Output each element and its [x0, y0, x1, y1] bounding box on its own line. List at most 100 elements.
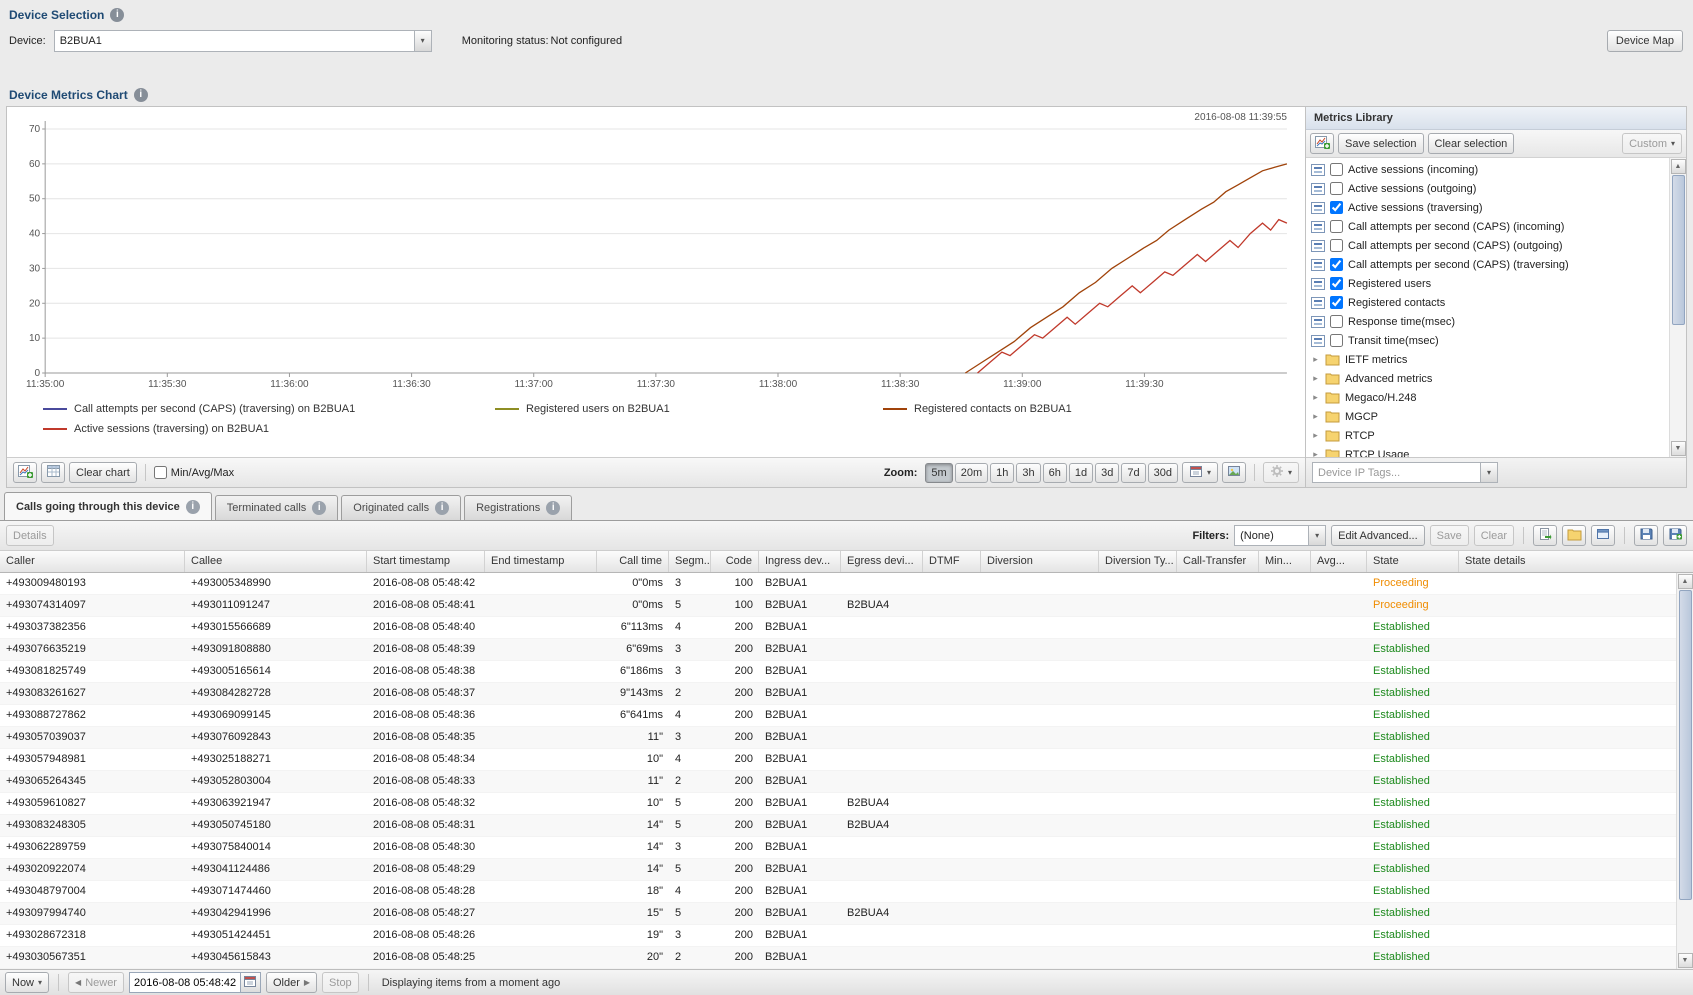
export-grid-button[interactable]: [1663, 525, 1687, 546]
filters-combo-trigger[interactable]: ▾: [1308, 526, 1326, 545]
metrics-scrollbar[interactable]: ▲ ▼: [1669, 158, 1686, 457]
device-ip-tags-trigger[interactable]: ▾: [1480, 463, 1497, 482]
metric-item[interactable]: Call attempts per second (CAPS) (travers…: [1306, 255, 1669, 274]
now-button[interactable]: Now ▾: [5, 972, 50, 993]
custom-metrics-button[interactable]: Custom ▾: [1622, 133, 1682, 154]
column-header-segments[interactable]: Segm...: [669, 551, 711, 572]
scrollbar-thumb[interactable]: [1671, 175, 1685, 325]
tab-registrations[interactable]: Registrations i: [464, 495, 573, 520]
call-row[interactable]: +493059610827 +493063921947 2016-08-08 05:…: [0, 793, 1693, 815]
call-row[interactable]: +493020922074 +493041124486 2016-08-08 05:…: [0, 859, 1693, 881]
stop-button[interactable]: Stop: [322, 972, 359, 993]
metric-folder[interactable]: ▸ Megaco/H.248: [1306, 388, 1669, 407]
metric-item[interactable]: Registered contacts: [1306, 293, 1669, 312]
column-header-code[interactable]: Code: [711, 551, 759, 572]
expand-icon[interactable]: ▸: [1311, 430, 1320, 441]
metric-item[interactable]: Active sessions (incoming): [1306, 160, 1669, 179]
grid-scrollbar[interactable]: ▲ ▼: [1676, 573, 1693, 969]
call-row[interactable]: +493083248305 +493050745180 2016-08-08 05:…: [0, 815, 1693, 837]
call-row[interactable]: +493048797004 +493071474460 2016-08-08 05:…: [0, 881, 1693, 903]
call-row[interactable]: +493065264345 +493052803004 2016-08-08 05:…: [0, 771, 1693, 793]
save-filter-button[interactable]: Save: [1429, 525, 1469, 546]
zoom-20m-button[interactable]: 20m: [954, 462, 989, 483]
call-row[interactable]: +493083261627 +493084282728 2016-08-08 05:…: [0, 683, 1693, 705]
metric-checkbox[interactable]: [1330, 258, 1343, 271]
metric-checkbox[interactable]: [1330, 277, 1343, 290]
min-avg-max-checkbox[interactable]: [153, 466, 167, 479]
clear-filter-button[interactable]: Clear: [1473, 525, 1514, 546]
call-row[interactable]: +493081825749 +493005165614 2016-08-08 05:…: [0, 661, 1693, 683]
call-row[interactable]: +493076635219 +493091808880 2016-08-08 05:…: [0, 639, 1693, 661]
metric-folder[interactable]: ▸ RTCP: [1306, 426, 1669, 445]
metric-folder[interactable]: ▸ MGCP: [1306, 407, 1669, 426]
info-icon[interactable]: i: [185, 499, 200, 514]
call-row[interactable]: +493088727862 +493069099145 2016-08-08 05:…: [0, 705, 1693, 727]
zoom-1h-button[interactable]: 1h: [990, 462, 1015, 483]
expand-icon[interactable]: ▸: [1311, 373, 1320, 384]
clear-selection-button[interactable]: Clear selection: [1427, 133, 1515, 154]
info-icon[interactable]: i: [312, 501, 327, 515]
export-calls-button[interactable]: [1533, 525, 1557, 546]
zoom-3d-button[interactable]: 3d: [1095, 462, 1120, 483]
column-header-state-details[interactable]: State details: [1459, 551, 1676, 572]
call-row[interactable]: +493097994740 +493042941996 2016-08-08 05:…: [0, 903, 1693, 925]
filters-combo[interactable]: (None) ▾: [1234, 525, 1327, 546]
clear-chart-button[interactable]: Clear chart: [69, 462, 137, 483]
metric-item[interactable]: Registered users: [1306, 274, 1669, 293]
device-ip-tags-combo[interactable]: Device IP Tags... ▾: [1312, 462, 1498, 483]
older-button[interactable]: Older ▶: [265, 972, 318, 993]
date-range-button[interactable]: ▾: [1181, 462, 1218, 483]
metric-folder[interactable]: ▸ Advanced metrics: [1306, 369, 1669, 388]
metric-checkbox[interactable]: [1330, 201, 1343, 214]
scroll-down-icon[interactable]: ▼: [1677, 953, 1693, 968]
add-metrics-to-chart-button[interactable]: [13, 462, 37, 483]
metric-item[interactable]: Call attempts per second (CAPS) (outgoin…: [1306, 236, 1669, 255]
info-icon[interactable]: i: [546, 501, 561, 515]
column-header-end-timestamp[interactable]: End timestamp: [485, 551, 597, 572]
info-icon[interactable]: i: [435, 501, 450, 515]
zoom-7d-button[interactable]: 7d: [1121, 462, 1146, 483]
save-grid-button[interactable]: [1634, 525, 1658, 546]
zoom-3h-button[interactable]: 3h: [1016, 462, 1041, 483]
zoom-5m-button[interactable]: 5m: [925, 462, 953, 483]
edit-advanced-button[interactable]: Edit Advanced...: [1331, 525, 1425, 546]
metric-checkbox[interactable]: [1330, 220, 1343, 233]
column-header-ingress-device[interactable]: Ingress dev...: [759, 551, 841, 572]
call-row[interactable]: +493074314097 +493011091247 2016-08-08 05:…: [0, 595, 1693, 617]
call-row[interactable]: +493037382356 +493015566689 2016-08-08 05:…: [0, 617, 1693, 639]
snapshot-button[interactable]: [1221, 462, 1246, 483]
chart-table-button[interactable]: [41, 462, 65, 483]
add-selection-to-chart-button[interactable]: [1310, 133, 1334, 154]
call-row[interactable]: +493009480193 +493005348990 2016-08-08 05:…: [0, 573, 1693, 595]
column-header-callee[interactable]: Callee: [185, 551, 367, 572]
open-in-window-button[interactable]: [1591, 525, 1615, 546]
info-icon[interactable]: i: [110, 7, 125, 22]
device-input[interactable]: [54, 31, 414, 51]
metrics-chart[interactable]: 0 10 20 30 40 50 60 70 11:35:00 11:35:30 11:36:00 1…: [7, 107, 1305, 457]
scroll-up-icon[interactable]: ▲: [1670, 159, 1686, 174]
scrollbar-thumb[interactable]: [1678, 590, 1692, 900]
column-header-start-timestamp[interactable]: Start timestamp: [367, 551, 485, 572]
metric-item[interactable]: Response time(msec): [1306, 312, 1669, 331]
calendar-button[interactable]: [239, 973, 260, 992]
tab-calls-going-through-this-device[interactable]: Calls going through this device i: [4, 492, 212, 520]
column-header-diversion[interactable]: Diversion: [981, 551, 1099, 572]
newer-button[interactable]: ◀ Newer: [68, 972, 124, 993]
scroll-down-icon[interactable]: ▼: [1670, 441, 1686, 456]
zoom-30d-button[interactable]: 30d: [1147, 462, 1178, 483]
open-filter-set-button[interactable]: [1562, 525, 1586, 546]
metric-folder[interactable]: ▸ IETF metrics: [1306, 350, 1669, 369]
device-combo-trigger[interactable]: ▾: [413, 31, 431, 51]
column-header-egress-device[interactable]: Egress devi...: [841, 551, 923, 572]
paging-date-input[interactable]: [129, 973, 240, 992]
chart-settings-button[interactable]: ▾: [1262, 462, 1299, 483]
call-row[interactable]: +493030567351 +493045615843 2016-08-08 05:…: [0, 947, 1693, 969]
info-icon[interactable]: i: [133, 87, 148, 102]
expand-icon[interactable]: ▸: [1311, 411, 1320, 422]
metrics-chart-svg[interactable]: 0 10 20 30 40 50 60 70 11:35:00 11:35:30 11:36:00 1…: [9, 109, 1303, 397]
details-button[interactable]: Details: [6, 525, 54, 546]
zoom-1d-button[interactable]: 1d: [1068, 462, 1094, 483]
call-row[interactable]: +493057948981 +493025188271 2016-08-08 05:…: [0, 749, 1693, 771]
expand-icon[interactable]: ▸: [1311, 354, 1320, 365]
metric-checkbox[interactable]: [1330, 182, 1343, 195]
